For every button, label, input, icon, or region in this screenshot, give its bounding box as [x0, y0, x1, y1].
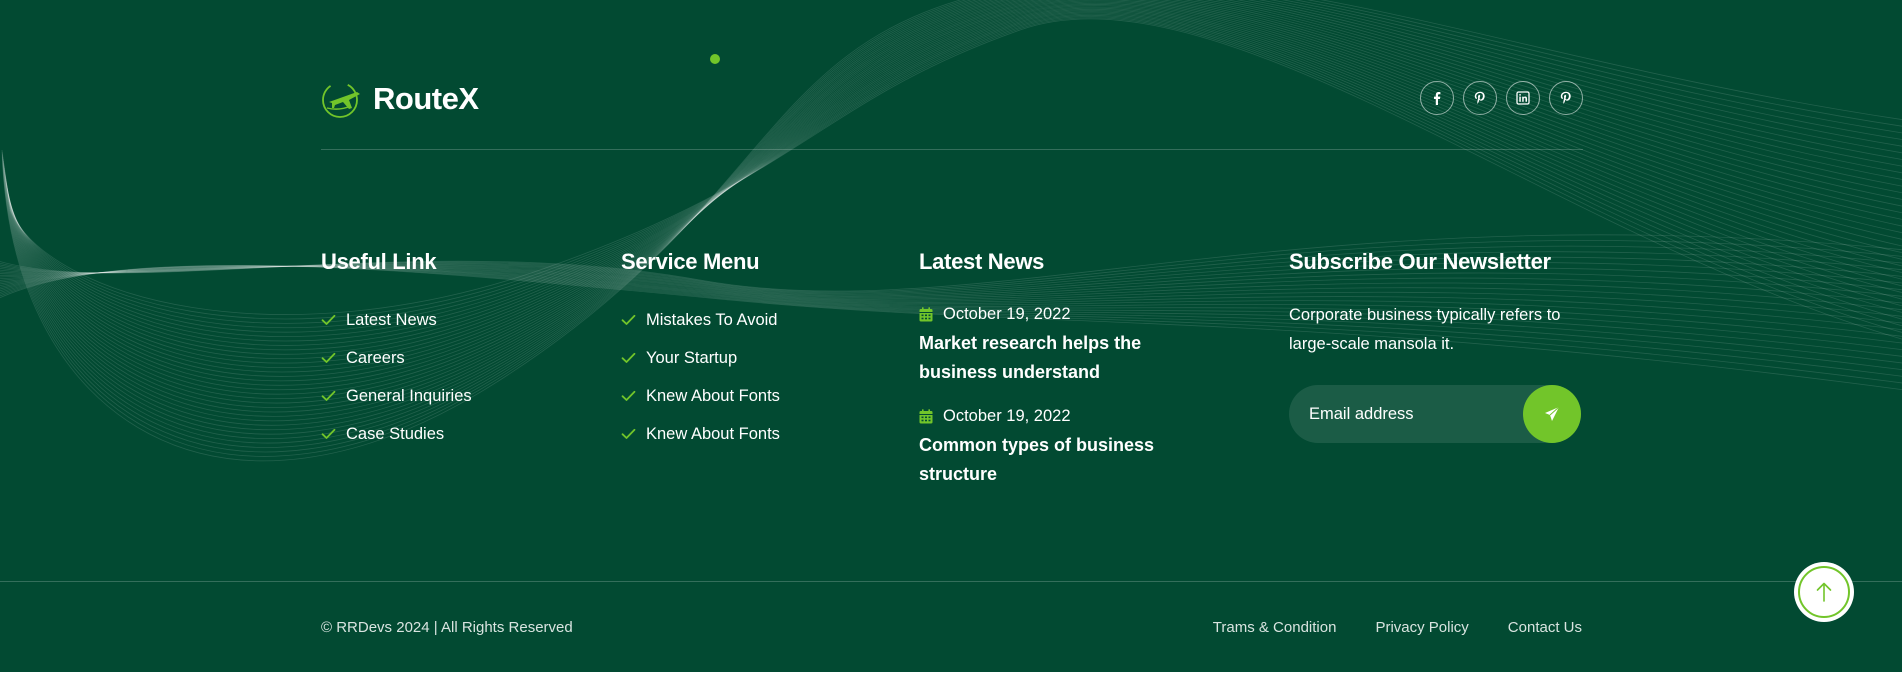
news-date-text: October 19, 2022 [943, 304, 1071, 323]
news-item: October 19, 2022 Market research helps t… [919, 301, 1189, 387]
facebook-link[interactable] [1420, 81, 1454, 115]
logo[interactable]: RouteX [321, 78, 479, 120]
useful-link-item[interactable]: Latest News [321, 301, 472, 339]
brand-name: RouteX [373, 81, 479, 116]
news-title-link[interactable]: Market research helps the business under… [919, 329, 1189, 387]
useful-link-column: Useful Link Latest News Careers General … [321, 246, 472, 453]
arrow-up-icon [1816, 582, 1832, 602]
news-date-text: October 19, 2022 [943, 406, 1071, 425]
calendar-icon [919, 306, 933, 321]
facebook-icon [1434, 92, 1441, 105]
service-menu-label: Your Startup [646, 348, 738, 367]
check-icon [321, 428, 336, 439]
pinterest-icon [1560, 91, 1571, 104]
useful-link-label: General Inquiries [346, 386, 472, 405]
footer-top-row: RouteX [321, 78, 1583, 120]
linkedin-link[interactable] [1506, 81, 1540, 115]
bottom-divider [0, 581, 1902, 582]
newsletter-description: Corporate business typically refers to l… [1289, 306, 1561, 353]
useful-link-item[interactable]: Careers [321, 339, 472, 377]
useful-link-label: Careers [346, 348, 405, 367]
subscribe-form [1289, 385, 1581, 443]
check-icon [321, 390, 336, 401]
check-icon [321, 352, 336, 363]
copyright-text: © RRDevs 2024 | All Rights Reserved [321, 619, 573, 636]
pinterest-link[interactable] [1463, 81, 1497, 115]
service-menu-item[interactable]: Knew About Fonts [621, 377, 780, 415]
calendar-icon [919, 408, 933, 423]
service-menu-label: Knew About Fonts [646, 386, 780, 405]
scroll-to-top-ring [1798, 566, 1850, 618]
check-icon [621, 390, 636, 401]
service-menu-heading: Service Menu [621, 249, 760, 274]
useful-link-label: Case Studies [346, 424, 445, 443]
service-menu-item[interactable]: Knew About Fonts [621, 415, 780, 453]
scroll-to-top-button[interactable] [1794, 562, 1854, 622]
news-date: October 19, 2022 [919, 301, 1189, 327]
useful-link-list: Latest News Careers General Inquiries Ca… [321, 301, 472, 453]
pinterest-link[interactable] [1549, 81, 1583, 115]
terms-link[interactable]: Trams & Condition [1213, 619, 1337, 636]
linkedin-icon [1516, 91, 1530, 105]
social-links [1420, 81, 1583, 115]
email-input[interactable] [1309, 385, 1509, 443]
latest-news-column: Latest News October 19, 2022 Market rese… [919, 246, 1189, 489]
contact-us-link[interactable]: Contact Us [1508, 619, 1582, 636]
check-icon [321, 314, 336, 325]
check-icon [621, 352, 636, 363]
news-date: October 19, 2022 [919, 403, 1189, 429]
useful-link-label: Latest News [346, 310, 437, 329]
useful-link-item[interactable]: Case Studies [321, 415, 472, 453]
airplane-logo-icon [322, 82, 360, 118]
top-divider [321, 149, 1583, 150]
news-item: October 19, 2022 Common types of busines… [919, 403, 1189, 489]
legal-links: Trams & Condition Privacy Policy Contact… [1213, 619, 1582, 636]
newsletter-column: Subscribe Our Newsletter Corporate busin… [1289, 246, 1589, 443]
latest-news-heading: Latest News [919, 249, 1045, 274]
accent-dot [710, 54, 720, 64]
pinterest-icon [1474, 91, 1485, 104]
paper-plane-icon [1545, 406, 1560, 421]
service-menu-column: Service Menu Mistakes To Avoid Your Star… [621, 246, 780, 453]
service-menu-label: Mistakes To Avoid [646, 310, 778, 329]
check-icon [621, 428, 636, 439]
privacy-policy-link[interactable]: Privacy Policy [1375, 619, 1468, 636]
subscribe-button[interactable] [1523, 385, 1581, 443]
site-footer: RouteX Useful Link Latest News Careers G… [0, 0, 1902, 672]
useful-link-heading: Useful Link [321, 249, 437, 274]
service-menu-label: Knew About Fonts [646, 424, 780, 443]
service-menu-item[interactable]: Your Startup [621, 339, 780, 377]
service-menu-list: Mistakes To Avoid Your Startup Knew Abou… [621, 301, 780, 453]
useful-link-item[interactable]: General Inquiries [321, 377, 472, 415]
news-title-link[interactable]: Common types of business structure [919, 431, 1189, 489]
service-menu-item[interactable]: Mistakes To Avoid [621, 301, 780, 339]
newsletter-heading: Subscribe Our Newsletter [1289, 249, 1551, 274]
check-icon [621, 314, 636, 325]
